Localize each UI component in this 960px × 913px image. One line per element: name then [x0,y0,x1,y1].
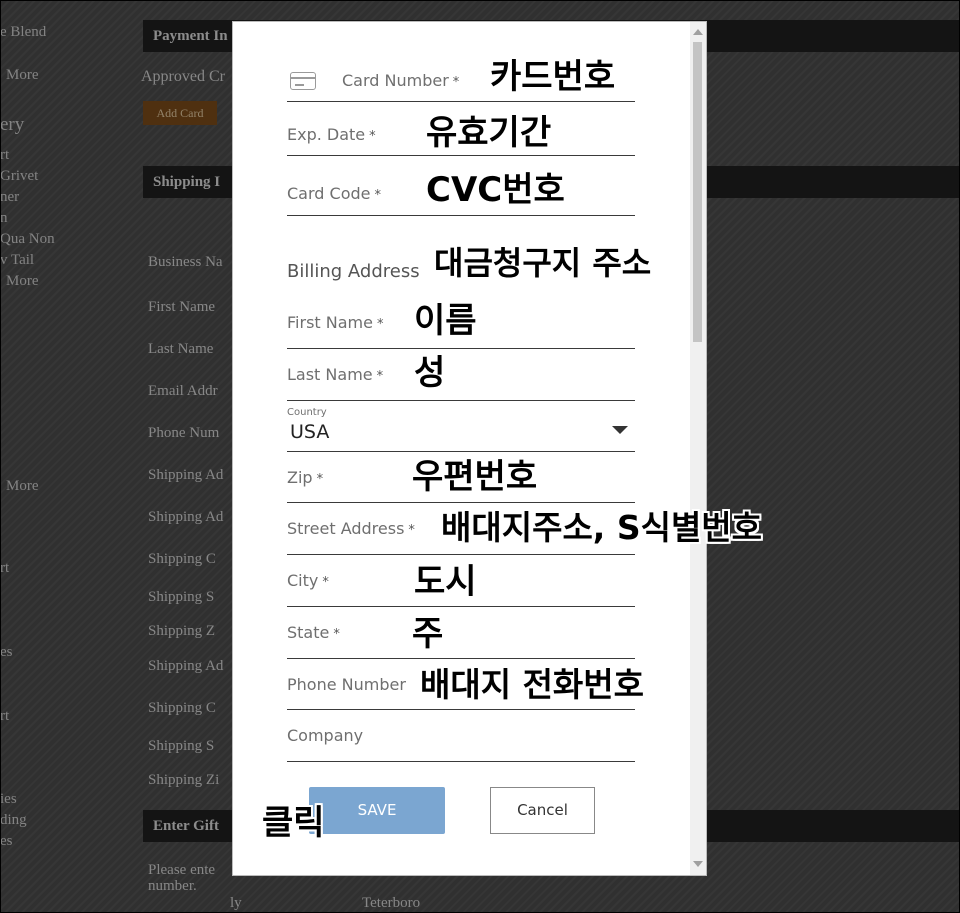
credit-card-icon [290,72,316,90]
cancel-button[interactable]: Cancel [490,787,595,834]
last-name-field[interactable]: Last Name * [287,348,635,401]
scroll-thumb[interactable] [693,42,702,342]
annotation-billing-address: 대금청구지 주소 [434,244,652,282]
annotation-street-address: 배대지주소, S식별번호 [441,508,763,547]
annotation-card-number: 카드번호 [490,57,616,97]
annotation-click: 클릭 [262,803,325,843]
modal-scrollbar[interactable] [690,22,706,875]
country-caption: Country [287,407,327,418]
annotation-first-name: 이름 [414,301,477,341]
annotation-phone-number: 배대지 전화번호 [420,665,645,704]
city-label: City * [287,571,329,590]
billing-address-heading: Billing Address [287,261,420,282]
caret-down-icon [612,426,628,434]
phone-number-label: Phone Number [287,675,406,694]
exp-date-label: Exp. Date * [287,125,376,144]
annotation-city: 도시 [414,562,477,602]
card-code-label: Card Code * [287,184,381,203]
last-name-label: Last Name * [287,365,384,384]
card-number-label: Card Number * [342,71,460,90]
country-value: USA [290,421,330,443]
scroll-up-arrow-icon[interactable] [693,29,703,35]
state-label: State * [287,623,340,642]
annotation-card-code: CVC번호 [426,170,565,210]
save-button[interactable]: SAVE [309,787,445,834]
zip-label: Zip * [287,468,324,487]
scroll-down-arrow-icon[interactable] [693,861,703,867]
street-address-label: Street Address * [287,519,415,538]
annotation-state: 주 [412,614,444,654]
annotation-zip: 우편번호 [412,457,538,497]
company-label: Company [287,726,364,745]
country-select[interactable]: Country USA [287,400,635,452]
annotation-last-name: 성 [414,353,446,393]
state-field[interactable]: State * [287,606,635,659]
company-field[interactable]: Company [287,709,635,762]
annotation-exp-date: 유효기간 [426,113,552,153]
first-name-label: First Name * [287,313,384,332]
